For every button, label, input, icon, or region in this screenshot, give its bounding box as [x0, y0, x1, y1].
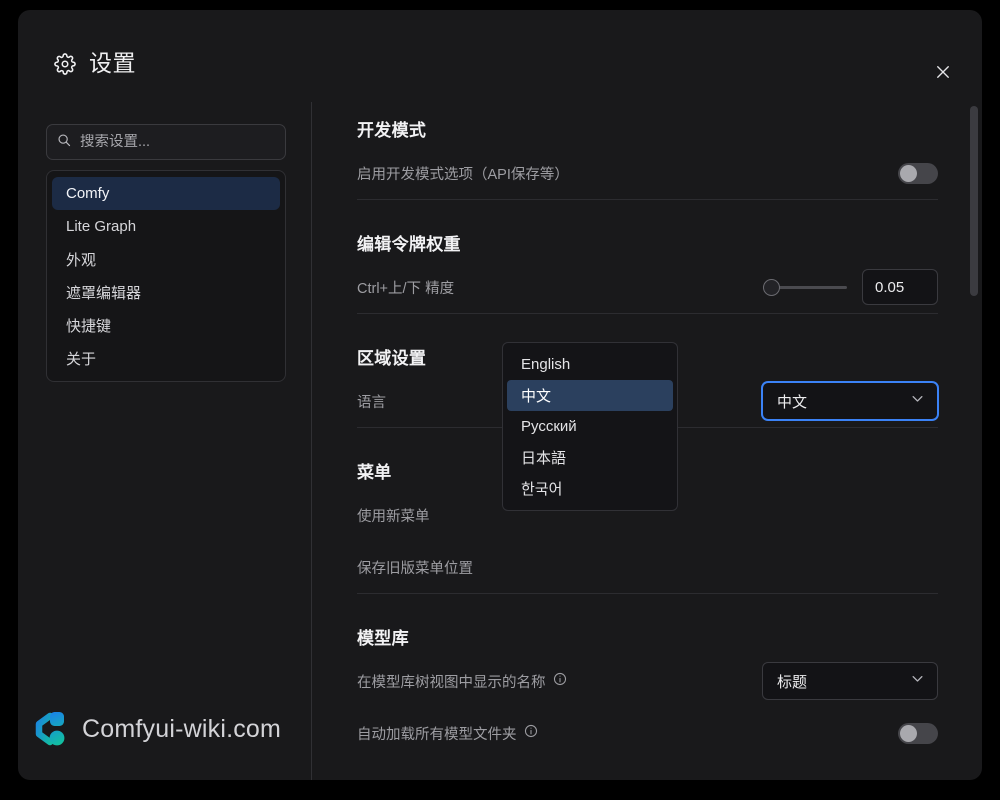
dropdown-option-label: 한국어 [521, 481, 563, 498]
sidebar-item-label: Lite Graph [66, 218, 137, 235]
search-icon [57, 133, 71, 152]
setting-row-model-tree-name-format: 在模型库树视图中显示的名称 标题 [357, 655, 938, 707]
section-divider [357, 593, 938, 594]
section-divider [357, 199, 938, 200]
section-title-model-library: 模型库 [357, 629, 409, 648]
setting-label-text: 在模型库树视图中显示的名称 [357, 674, 546, 691]
slider-group [763, 269, 938, 305]
chevron-down-icon [910, 391, 925, 411]
slider-ctrl-updown-precision[interactable] [763, 278, 847, 296]
setting-label: Ctrl+上/下 精度 [357, 280, 455, 297]
section-divider [357, 313, 938, 314]
toggle-enable-dev-mode[interactable] [898, 162, 938, 184]
sidebar-item-mask-editor[interactable]: 遮罩编辑器 [52, 276, 280, 309]
setting-label: 保存旧版菜单位置 [357, 560, 473, 577]
close-icon [934, 63, 952, 86]
dropdown-option-label: English [521, 356, 571, 373]
content-scrollbar-thumb[interactable] [970, 106, 978, 296]
dialog-title-group: 设置 [54, 52, 136, 75]
setting-row-enable-dev-mode: 启用开发模式选项（API保存等） [357, 147, 938, 199]
dropdown-option-japanese[interactable]: 日本語 [507, 442, 673, 473]
sidebar-item-appearance[interactable]: 外观 [52, 243, 280, 276]
setting-label: 在模型库树视图中显示的名称 [357, 671, 567, 692]
select-value: 标题 [777, 673, 808, 691]
toggle-knob [900, 724, 917, 742]
toggle-knob [900, 164, 917, 182]
close-button[interactable] [928, 59, 958, 89]
number-input-ctrl-updown-precision[interactable] [862, 269, 938, 305]
setting-label: 自动加载所有模型文件夹 [357, 723, 538, 744]
settings-sidebar: Comfy Lite Graph 外观 遮罩编辑器 快捷键 关于 [18, 102, 311, 780]
setting-label-text: 自动加载所有模型文件夹 [357, 726, 517, 743]
sidebar-item-label: 遮罩编辑器 [66, 285, 142, 302]
setting-row-ctrl-updown-precision: Ctrl+上/下 精度 [357, 261, 938, 313]
watermark-text: Comfyui-wiki.com [82, 714, 282, 743]
slider-thumb[interactable] [763, 278, 780, 296]
dropdown-option-russian[interactable]: Русский [507, 411, 673, 442]
settings-dialog: 设置 Comfy [18, 10, 982, 780]
setting-row-save-legacy-menu-position: 保存旧版菜单位置 [357, 541, 938, 593]
comfyui-wiki-logo-icon [34, 710, 68, 748]
sidebar-item-comfy[interactable]: Comfy [52, 177, 280, 210]
info-icon[interactable] [524, 724, 538, 742]
select-language[interactable]: 中文 [762, 382, 938, 420]
search-box[interactable] [46, 124, 286, 160]
dropdown-option-label: 中文 [521, 388, 552, 405]
dropdown-option-chinese[interactable]: 中文 [507, 380, 673, 411]
sidebar-item-label: 关于 [66, 351, 97, 368]
chevron-down-icon [910, 671, 925, 691]
select-model-tree-name-format[interactable]: 标题 [762, 662, 938, 700]
toggle-autoload-all-model-folders[interactable] [898, 722, 938, 744]
sidebar-item-label: 外观 [66, 252, 97, 269]
dialog-titlebar: 设置 [18, 10, 982, 102]
page-title: 设置 [89, 50, 136, 76]
watermark: Comfyui-wiki.com [34, 710, 281, 748]
language-dropdown-panel: English 中文 Русский 日本語 한국어 [502, 342, 678, 511]
setting-label: 启用开发模式选项（API保存等） [357, 166, 569, 183]
info-icon[interactable] [553, 672, 567, 690]
setting-row-autoload-all-model-folders: 自动加载所有模型文件夹 [357, 707, 938, 759]
sidebar-item-label: Comfy [66, 185, 110, 202]
gear-icon [54, 52, 76, 75]
dropdown-option-label: Русский [521, 418, 577, 435]
section-title-edit-token-weight: 编辑令牌权重 [357, 235, 461, 254]
sidebar-item-keybindings[interactable]: 快捷键 [52, 309, 280, 342]
sidebar-item-label: 快捷键 [66, 318, 112, 335]
section-title-dev-mode: 开发模式 [357, 121, 427, 140]
settings-category-list: Comfy Lite Graph 外观 遮罩编辑器 快捷键 关于 [46, 170, 286, 382]
setting-label: 语言 [357, 394, 386, 411]
sidebar-item-about[interactable]: 关于 [52, 342, 280, 375]
search-input[interactable] [80, 134, 275, 150]
sidebar-item-lite-graph[interactable]: Lite Graph [52, 210, 280, 243]
select-value: 中文 [777, 393, 808, 411]
content-scrollbar-track[interactable] [970, 106, 978, 780]
dropdown-option-english[interactable]: English [507, 349, 673, 380]
dropdown-option-label: 日本語 [521, 450, 567, 467]
setting-label: 使用新菜单 [357, 508, 430, 525]
dropdown-option-korean[interactable]: 한국어 [507, 473, 673, 504]
